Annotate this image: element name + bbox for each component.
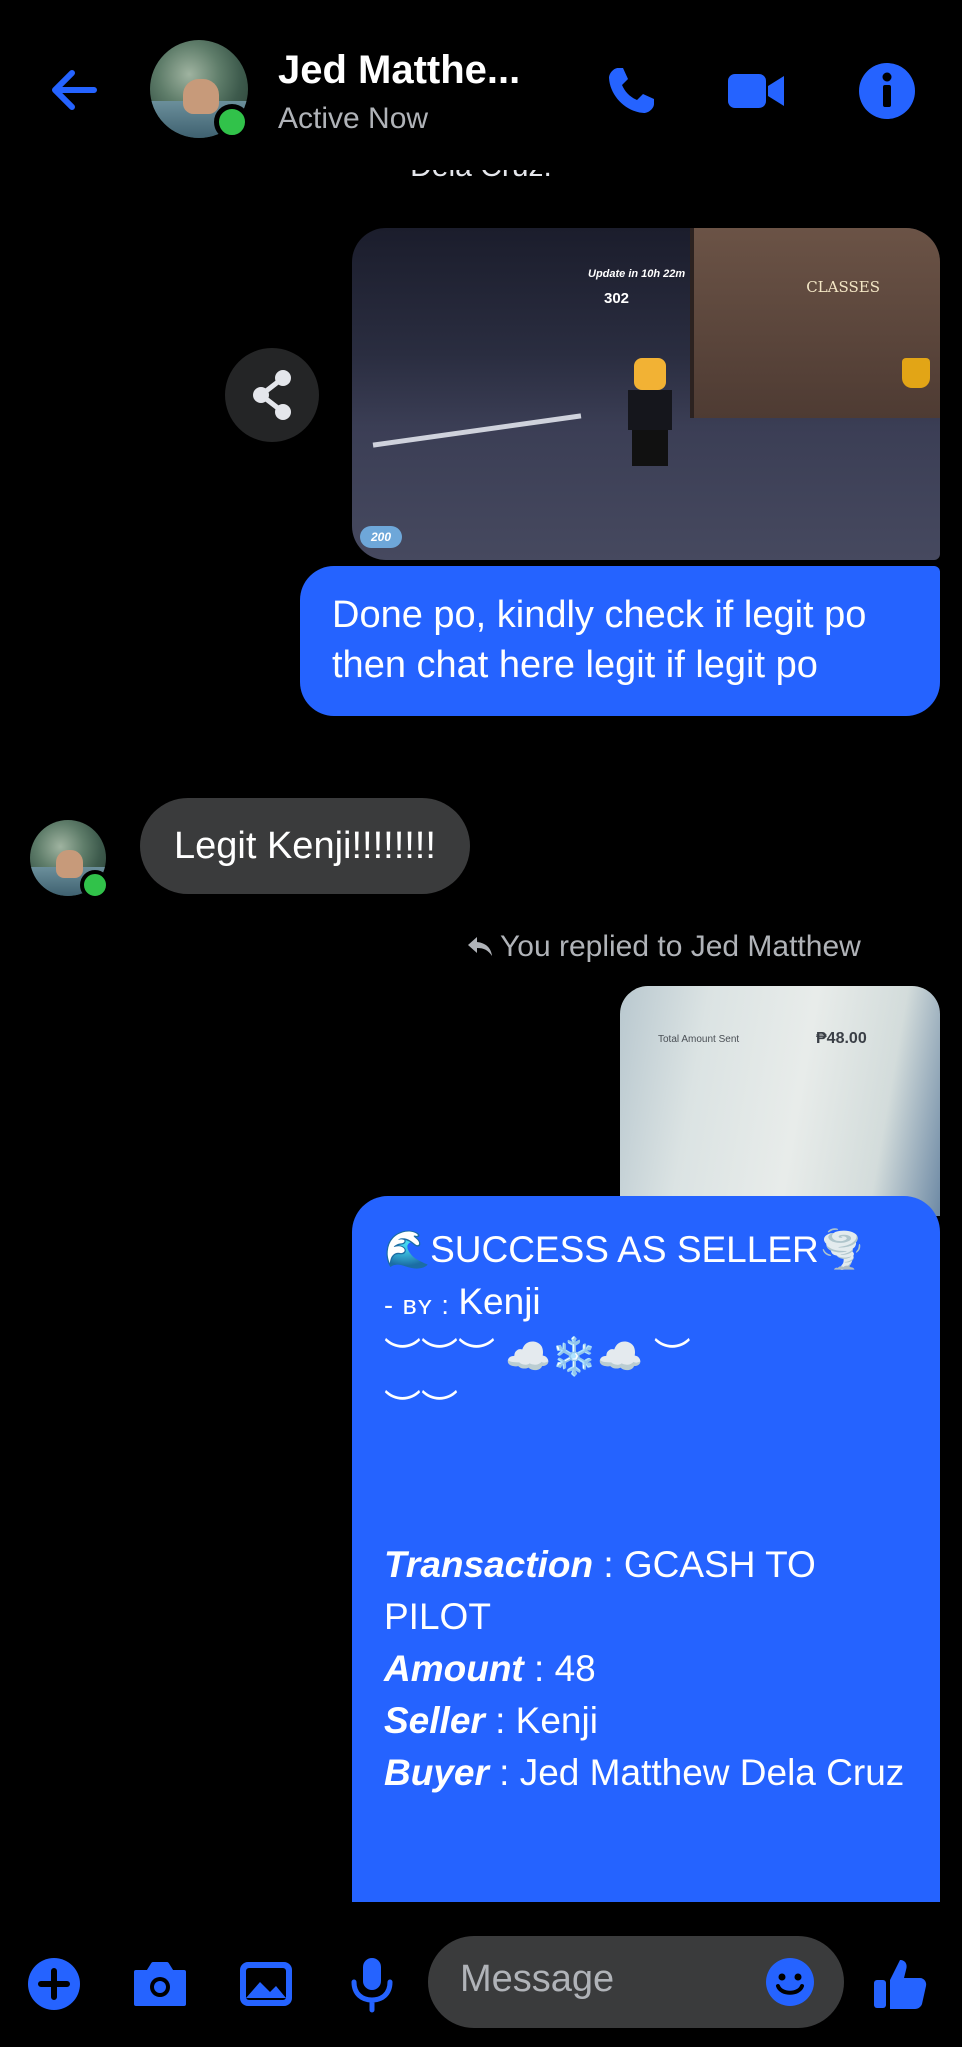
trophy-icon <box>902 358 930 388</box>
game-building <box>690 228 940 418</box>
seller-post-message[interactable]: 🌊SUCCESS AS SELLER🌪️ - ʙʏ : Kenji ︶︶︶ ☁️… <box>352 1196 940 1902</box>
post-seller: Seller : Kenji <box>384 1700 598 1741</box>
post-buyer: Buyer : Jed Matthew Dela Cruz <box>384 1752 905 1793</box>
online-indicator <box>80 870 110 900</box>
reply-arrow-icon <box>468 937 492 956</box>
receipt-label: Total Amount Sent <box>658 1034 740 1045</box>
microphone-icon[interactable] <box>340 1952 404 2016</box>
contact-name[interactable]: Jed Matthe... <box>278 48 520 93</box>
emoji-icon[interactable] <box>764 1956 816 2008</box>
game-sign-text: CLASSES <box>806 278 880 296</box>
incoming-message[interactable]: Legit Kenji!!!!!!!! <box>140 798 470 894</box>
share-button[interactable] <box>225 348 319 442</box>
back-arrow-icon[interactable] <box>44 60 104 120</box>
info-icon[interactable] <box>856 60 918 122</box>
gems-badge: 200 <box>360 526 402 548</box>
image-attachment[interactable]: CLASSES Update in 10h 22m 302 200 <box>352 228 940 560</box>
post-transaction: Transaction : GCASH TO PILOT <box>384 1544 816 1637</box>
reply-indicator-text: You replied to Jed Matthew <box>500 930 861 963</box>
message-input[interactable]: Message <box>428 1936 844 2028</box>
video-call-icon[interactable] <box>726 60 788 122</box>
reply-indicator: You replied to Jed Matthew <box>466 930 861 964</box>
post-amount: Amount : 48 <box>384 1648 596 1689</box>
post-byline: - ʙʏ : Kenji <box>384 1281 541 1322</box>
game-counter: 302 <box>604 290 630 307</box>
game-update-text: Update in 10h 22m <box>588 268 686 280</box>
like-icon[interactable] <box>868 1952 932 2016</box>
phone-icon[interactable] <box>600 60 662 122</box>
replied-receipt-image[interactable]: Total Amount Sent ₱48.00 <box>620 986 940 1216</box>
post-decoration: ︶︶ <box>384 1388 458 1429</box>
post-title: 🌊SUCCESS AS SELLER🌪️ <box>384 1229 865 1270</box>
camera-icon[interactable] <box>128 1952 192 2016</box>
gallery-icon[interactable] <box>234 1952 298 2016</box>
post-decoration: ︶︶︶ ☁️❄️☁️ ︶ <box>384 1336 691 1377</box>
receipt-amount: ₱48.00 <box>816 1030 867 1047</box>
chat-header: Jed Matthe... Active Now <box>0 0 962 170</box>
plus-icon[interactable] <box>22 1952 86 2016</box>
online-indicator <box>214 104 250 140</box>
game-character <box>622 358 678 468</box>
outgoing-message[interactable]: Done po, kindly check if legit po then c… <box>300 566 940 716</box>
contact-status: Active Now <box>278 102 429 135</box>
share-icon <box>253 370 291 420</box>
game-road-line <box>372 413 582 448</box>
message-input-placeholder: Message <box>460 1958 615 2000</box>
